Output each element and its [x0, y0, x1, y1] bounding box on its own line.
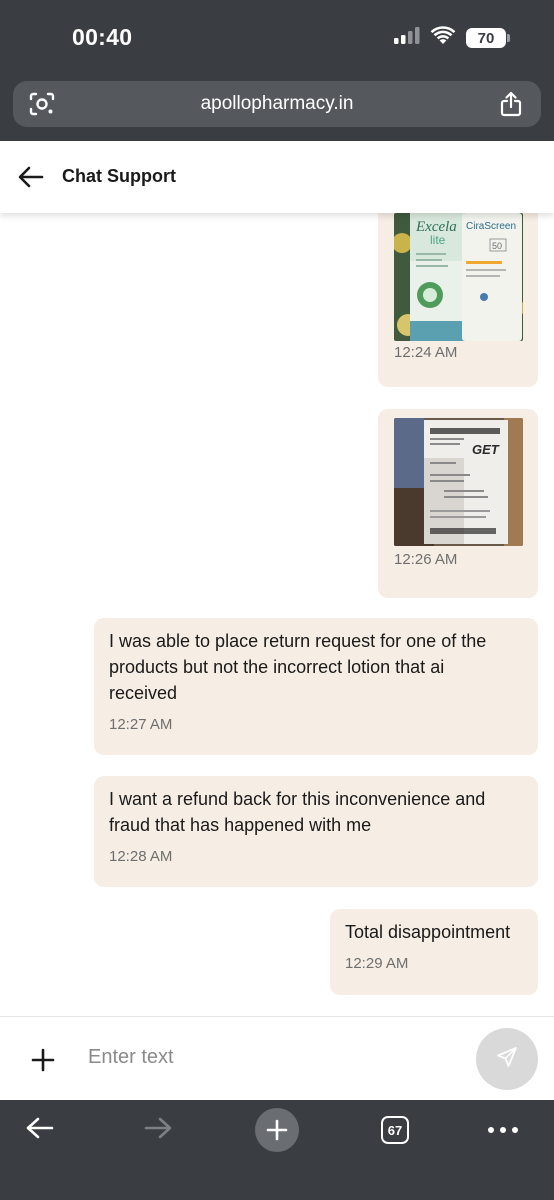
- new-tab-icon: [255, 1108, 299, 1152]
- message-time: 12:27 AM: [109, 716, 173, 733]
- browser-top-chrome: 00:40 70 apollopharmacy.in: [0, 0, 554, 141]
- url-bar[interactable]: apollopharmacy.in: [13, 81, 541, 127]
- cellular-signal-icon: [394, 26, 420, 51]
- product-brand-2: CiraScreen: [466, 221, 516, 232]
- more-icon: [487, 1121, 519, 1139]
- message-line: fraud that has happened with me: [109, 815, 372, 835]
- more-button[interactable]: [479, 1110, 527, 1150]
- product-photo[interactable]: Excela lite CiraScreen 50: [394, 213, 523, 341]
- forward-button[interactable]: [134, 1110, 182, 1150]
- image-message: Excela lite CiraScreen 50 12:24 AM: [378, 213, 538, 387]
- send-icon: [495, 1045, 519, 1074]
- receipt-photo[interactable]: GET: [394, 418, 523, 546]
- tabs-icon: 67: [381, 1116, 409, 1144]
- message-line: Total disappointment: [345, 922, 511, 942]
- message-time: 12:26 AM: [394, 551, 458, 568]
- wifi-icon: [430, 25, 456, 51]
- message-time: 12:24 AM: [394, 344, 458, 361]
- product-variant-1: lite: [430, 233, 446, 247]
- status-time: 00:40: [72, 24, 133, 50]
- receipt-mark: GET: [472, 442, 500, 457]
- plus-icon[interactable]: [30, 1047, 56, 1073]
- tabs-button[interactable]: 67: [371, 1110, 419, 1150]
- share-icon[interactable]: [499, 91, 523, 117]
- message-time: 12:29 AM: [345, 955, 409, 972]
- message-time: 12:28 AM: [109, 848, 173, 865]
- status-bar: 00:40 70: [0, 0, 554, 76]
- browser-bottom-toolbar: 67: [0, 1100, 554, 1200]
- battery-icon: 70: [466, 28, 510, 48]
- back-button[interactable]: [16, 1110, 64, 1150]
- battery-level: 70: [477, 29, 495, 47]
- chat-header: Chat Support: [0, 141, 554, 213]
- forward-icon: [142, 1114, 174, 1147]
- chat-messages[interactable]: Excela lite CiraScreen 50 12:24 AM GET 1…: [0, 213, 554, 1016]
- status-icons: 70: [394, 25, 510, 51]
- text-message: Total disappointment 12:29 AM: [330, 909, 538, 995]
- product-spf: 50: [492, 241, 502, 251]
- message-line: I want a refund back for this inconvenie…: [109, 789, 486, 809]
- text-message: I was able to place return request for o…: [94, 618, 538, 755]
- message-input[interactable]: [78, 1035, 458, 1079]
- back-arrow-icon[interactable]: [16, 163, 46, 191]
- message-line: I was able to place return request for o…: [109, 631, 487, 651]
- message-composer: [0, 1016, 554, 1100]
- message-line: products but not the incorrect lotion th…: [109, 657, 445, 677]
- url-text: apollopharmacy.in: [200, 93, 354, 114]
- image-message: GET 12:26 AM: [378, 409, 538, 598]
- page-title: Chat Support: [62, 166, 176, 186]
- message-line: received: [109, 683, 178, 703]
- send-button[interactable]: [476, 1028, 538, 1090]
- back-icon: [24, 1114, 56, 1147]
- new-tab-button[interactable]: [253, 1108, 301, 1152]
- text-message: I want a refund back for this inconvenie…: [94, 776, 538, 887]
